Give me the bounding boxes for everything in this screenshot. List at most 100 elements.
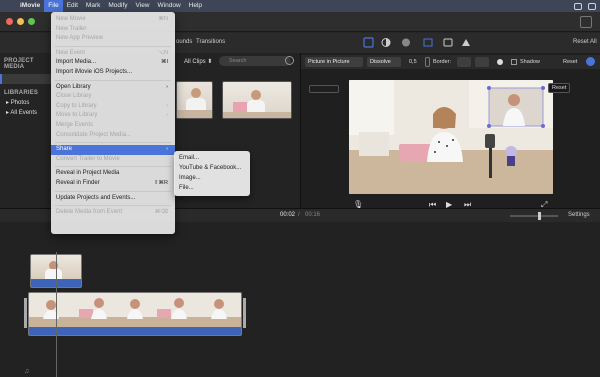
video-frame (349, 80, 553, 194)
file-menu-item-label: New Movie (56, 16, 86, 22)
menu-separator (55, 142, 171, 144)
file-menu-item-label: Close Library (56, 93, 92, 100)
file-menu-item-label: Reveal in Project Media (56, 170, 120, 177)
share-menu-item[interactable]: YouTube & Facebook... (174, 163, 250, 173)
file-menu-item[interactable]: Import iMovie iOS Projects... (51, 68, 175, 78)
sidebar-item-project[interactable] (0, 74, 51, 84)
share-menu-item[interactable]: Email... (174, 153, 250, 163)
file-menu-item-shortcut: ⌘⌫ (154, 209, 168, 216)
menu-separator (55, 205, 171, 207)
zoom-slider[interactable] (510, 215, 558, 217)
timeline: ♫ (0, 222, 600, 377)
apply-icon[interactable] (586, 57, 595, 66)
file-menu-item-label: Share (56, 146, 73, 153)
libraries-header: LIBRARIES (4, 90, 39, 96)
current-time: 00:02 (280, 212, 296, 218)
duration-value[interactable]: 0,5 (409, 57, 417, 67)
file-menu-item[interactable]: Update Projects and Events... (51, 194, 175, 204)
file-menu-item: Merge Events (51, 121, 175, 131)
transition-dropdown[interactable]: Dissolve (367, 57, 401, 67)
menu-file[interactable]: File (44, 0, 63, 12)
clip-handle-right[interactable] (243, 298, 246, 328)
border-style-dropdown[interactable] (457, 57, 471, 67)
total-time: 00:16 (305, 212, 321, 218)
file-menu-item: Consolidate Project Media... (51, 131, 175, 141)
file-menu-item: Close Library (51, 92, 175, 102)
audio-icon[interactable]: ♫ (24, 368, 29, 375)
tab-sounds[interactable]: ounds (176, 39, 192, 45)
file-menu-item-label: Consolidate Project Media... (56, 131, 132, 138)
main-clip[interactable] (28, 292, 242, 336)
file-menu-item-label: New Trailer (56, 25, 87, 32)
file-menu-item-shortcut: › (166, 102, 168, 109)
reset-button[interactable]: Reset (563, 57, 577, 67)
file-menu-item[interactable]: Open Library › (51, 83, 175, 93)
file-menu-item: Move to Library › (51, 111, 175, 121)
file-menu-item-label: Copy to Library (56, 102, 97, 109)
viewer: Picture in Picture Dissolve 0,5 Border: … (300, 53, 600, 209)
menu-separator (55, 45, 171, 47)
border-color-swatch[interactable] (497, 59, 503, 65)
file-menu-item-label: Import Media... (56, 59, 97, 66)
file-menu-item-label: Open Library (56, 83, 91, 90)
menu-help[interactable]: Help (185, 0, 206, 12)
file-menu-item-shortcut: ⇧⌘R (153, 179, 168, 186)
file-menu-item-shortcut: ⌘I (160, 59, 168, 66)
file-menu-item-label: New Event (56, 49, 86, 56)
close-window-button[interactable] (6, 18, 13, 25)
file-menu-item[interactable]: Share › (51, 145, 175, 155)
duration-stepper[interactable] (425, 57, 430, 67)
sidebar-item-all-events[interactable]: ▸ All Events (0, 106, 51, 116)
reset-tooltip: Reset (548, 83, 571, 93)
sidebar-item-photos[interactable]: ▸ Photos (0, 96, 51, 106)
clips-filter-dropdown[interactable]: All Clips ⬍ (184, 58, 212, 65)
share-icon[interactable] (580, 16, 592, 28)
tab-transitions[interactable]: Transitions (196, 39, 225, 45)
adjustment-icons[interactable] (362, 37, 482, 49)
file-menu-item[interactable]: Import Media... ⌘I (51, 58, 175, 68)
share-menu-item[interactable]: File... (174, 183, 250, 193)
file-menu-item-label: Move to Library (56, 112, 98, 119)
project-media-header: PROJECT MEDIA (4, 58, 34, 70)
file-menu-item-label: Update Projects and Events... (56, 194, 136, 201)
search-input[interactable]: Search (219, 56, 291, 66)
clip-handle-left[interactable] (24, 298, 27, 328)
reset-all-button[interactable]: Reset All (573, 39, 597, 45)
control-center-icon[interactable] (588, 2, 596, 10)
shadow-checkbox[interactable] (511, 59, 517, 65)
playhead[interactable] (56, 252, 57, 377)
minimize-window-button[interactable] (17, 18, 24, 25)
status-icon[interactable] (574, 2, 582, 10)
menu-imovie[interactable]: iMovie (16, 0, 44, 12)
menu-mark[interactable]: Mark (82, 0, 104, 12)
menu-separator (55, 79, 171, 81)
overlay-mode-dropdown[interactable]: Picture in Picture (305, 57, 363, 67)
file-menu-item: Copy to Library › (51, 102, 175, 112)
browser-clip-1[interactable] (176, 81, 213, 119)
share-submenu: Email... YouTube & Facebook... Image... Fil… (174, 151, 250, 196)
timeline-settings-button[interactable]: Settings (568, 212, 590, 218)
file-menu-item[interactable]: Reveal in Finder ⇧⌘R (51, 179, 175, 189)
keyframe-controls[interactable] (309, 85, 339, 93)
zoom-slider-knob[interactable] (538, 212, 541, 220)
menu-bar: iMovie File Edit Mark Modify View Window… (0, 0, 600, 12)
zoom-window-button[interactable] (28, 18, 35, 25)
menu-edit[interactable]: Edit (63, 0, 82, 12)
share-menu-item[interactable]: Image... (174, 173, 250, 183)
file-menu-item[interactable]: Reveal in Project Media (51, 169, 175, 179)
menu-window[interactable]: Window (154, 0, 185, 12)
file-menu-item-shortcut: › (166, 112, 168, 119)
pip-controls: Picture in Picture Dissolve 0,5 Border: … (301, 55, 600, 69)
file-menu-item: New Trailer (51, 25, 175, 35)
settings-icon[interactable] (285, 56, 294, 65)
menu-modify[interactable]: Modify (104, 0, 131, 12)
menu-view[interactable]: View (132, 0, 154, 12)
file-menu-item: New Movie ⌘N (51, 15, 175, 25)
file-menu-item-label: Merge Events (56, 121, 94, 128)
browser-clip-2[interactable] (222, 81, 292, 119)
file-menu-item: Convert Trailer to Movie (51, 155, 175, 165)
sidebar: PROJECT MEDIA LIBRARIES ▸ Photos ▸ All E… (0, 53, 52, 208)
file-menu-item-label: Reveal in Finder (56, 179, 100, 186)
border-width-dropdown[interactable] (475, 57, 489, 67)
menu-separator (55, 166, 171, 168)
